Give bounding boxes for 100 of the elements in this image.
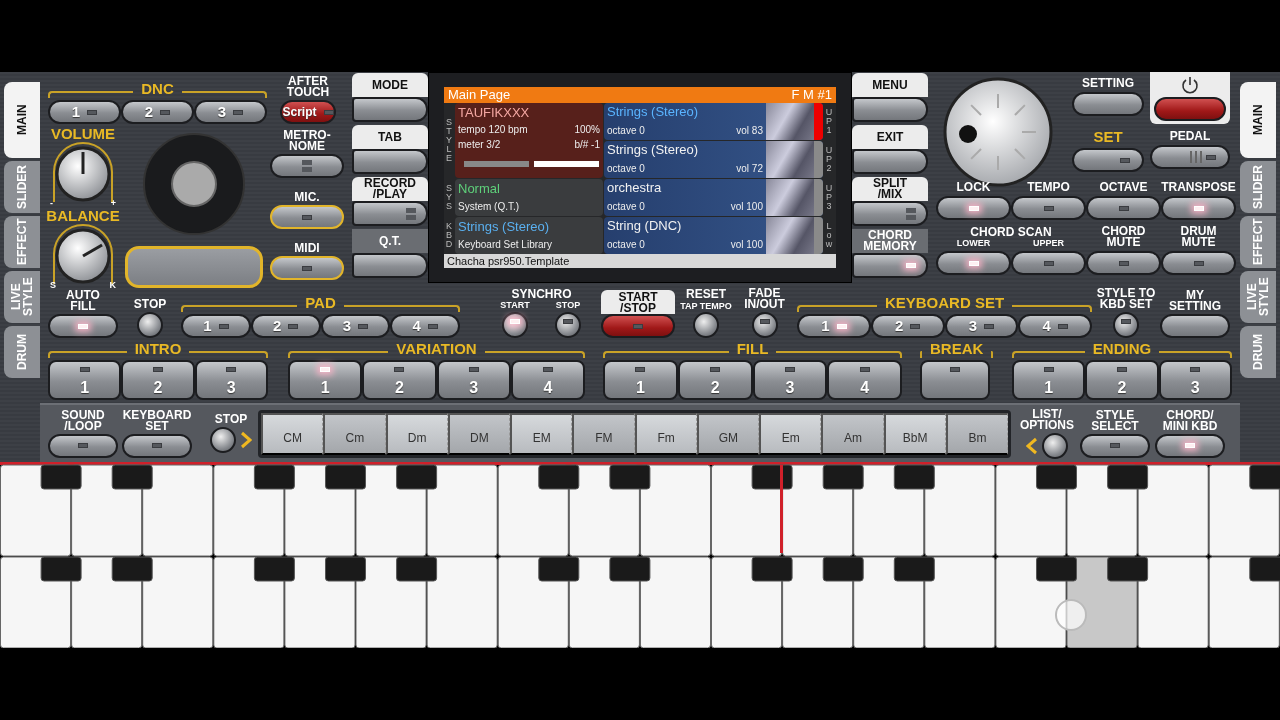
round-button[interactable] [502,312,528,339]
panel-button[interactable] [352,253,428,278]
part-row[interactable]: orchestra octave 0 vol 100 [604,179,823,216]
panel-button[interactable] [270,256,344,280]
power-button[interactable] [1154,97,1226,121]
section-button[interactable]: 3 [194,360,268,401]
panel-button[interactable]: 2 [121,100,194,124]
part-row[interactable]: String (DNC) octave 0 vol 100 [604,217,823,254]
section-button[interactable]: 1 [48,360,122,401]
style-panel[interactable]: TAUFIKXXX tempo 120 bpm 100% meter 3/2 b/# -1 [455,103,603,178]
side-tab[interactable]: SLIDER [4,161,40,213]
panel-button[interactable]: 1 [181,314,251,339]
panel-button[interactable] [48,433,118,458]
panel-button[interactable] [352,97,428,122]
piano-keyboard[interactable] [0,464,1280,557]
panel-button[interactable] [1160,314,1230,339]
chord-key[interactable]: Dm [385,412,448,455]
panel-button[interactable]: 3 [320,314,391,339]
panel-button[interactable]: 2 [250,314,321,339]
panel-button[interactable]: 4 [1018,314,1092,339]
info-panel[interactable]: Strings (Stereo) Keyboard Set Library [455,217,603,254]
side-tab[interactable]: DRUM [1240,326,1276,378]
panel-button[interactable] [1080,433,1150,458]
panel-button[interactable] [936,196,1011,220]
panel-button[interactable] [1072,148,1144,172]
panel-button[interactable] [48,314,118,339]
panel-button[interactable] [352,201,428,226]
chord-key[interactable]: Fm [634,412,697,455]
round-button[interactable] [137,312,163,339]
chord-key[interactable]: Bm [945,412,1008,455]
panel-button[interactable]: 1 [48,100,121,124]
panel-button[interactable] [1011,251,1086,275]
round-button[interactable] [1042,432,1068,459]
panel-button[interactable]: 2 [870,314,945,339]
panel-button[interactable] [1011,196,1086,220]
panel-button[interactable] [852,149,928,174]
panel-button[interactable] [1086,196,1161,220]
side-tab[interactable]: EFFECT [1240,216,1276,268]
panel-button[interactable] [1161,196,1236,220]
part-row[interactable]: Strings (Stereo) octave 0 vol 83 [604,103,823,140]
side-tab[interactable]: MAIN [1240,82,1276,158]
panel-button[interactable] [1150,145,1230,169]
side-tab[interactable]: LIVE STYLE [4,271,40,323]
info-panel[interactable]: Normal System (Q.T.) [455,179,603,216]
section-button[interactable]: 3 [1158,360,1232,401]
part-indicator [814,179,823,216]
section-button[interactable]: 4 [827,360,902,401]
section-button[interactable]: 4 [510,360,585,401]
panel-button[interactable] [852,97,928,122]
chord-key[interactable]: CM [261,412,324,455]
chord-key[interactable]: Em [759,412,822,455]
panel-button[interactable]: 4 [390,314,460,339]
section-button[interactable]: 3 [752,360,828,401]
octave-text: octave 0 [607,238,645,252]
control-label: TAB [352,125,428,149]
round-button[interactable] [210,427,236,453]
section-button[interactable]: 2 [677,360,753,401]
side-tab[interactable]: LIVE STYLE [1240,271,1276,323]
side-tab[interactable]: EFFECT [4,216,40,268]
panel-button[interactable] [936,251,1011,275]
chord-key[interactable]: DM [447,412,510,455]
panel-button[interactable] [270,205,344,229]
chord-key[interactable]: Am [821,412,884,455]
joystick[interactable] [142,132,246,236]
chord-key[interactable]: FM [572,412,635,455]
section-button[interactable]: 2 [362,360,437,401]
panel-button[interactable] [1161,251,1236,275]
side-tab[interactable]: SLIDER [1240,161,1276,213]
panel-button[interactable] [122,433,192,458]
touch-pad[interactable] [125,246,263,288]
panel-button[interactable]: 1 [797,314,871,339]
panel-button[interactable]: Script [280,100,336,124]
round-button[interactable] [751,312,778,339]
section-button[interactable]: 1 [1012,360,1086,401]
section-button[interactable]: 2 [1085,360,1159,401]
side-tab[interactable]: MAIN [4,82,40,158]
round-button[interactable] [555,312,581,339]
chord-key[interactable]: BbM [883,412,946,455]
panel-button[interactable] [852,201,928,226]
round-button[interactable] [1113,312,1139,339]
section-button[interactable]: 1 [288,360,363,401]
panel-button[interactable]: 3 [194,100,267,124]
piano-keyboard[interactable] [0,556,1280,648]
part-row[interactable]: Strings (Stereo) octave 0 vol 72 [604,141,823,178]
panel-button[interactable] [1086,251,1161,275]
chord-key[interactable]: GM [696,412,759,455]
side-tab[interactable]: DRUM [4,326,40,378]
chord-key[interactable]: EM [510,412,573,455]
section-button[interactable]: 3 [436,360,511,401]
section-button[interactable]: 1 [603,360,678,401]
panel-button[interactable] [270,154,344,178]
chord-key[interactable]: Cm [323,412,386,455]
panel-button[interactable] [1072,92,1144,116]
panel-button[interactable]: 3 [944,314,1019,339]
panel-button[interactable] [352,149,428,174]
round-button[interactable] [693,312,719,339]
section-button[interactable]: 2 [121,360,195,401]
section-button[interactable] [920,360,990,401]
panel-button[interactable] [852,253,928,278]
panel-button[interactable] [1155,433,1225,458]
